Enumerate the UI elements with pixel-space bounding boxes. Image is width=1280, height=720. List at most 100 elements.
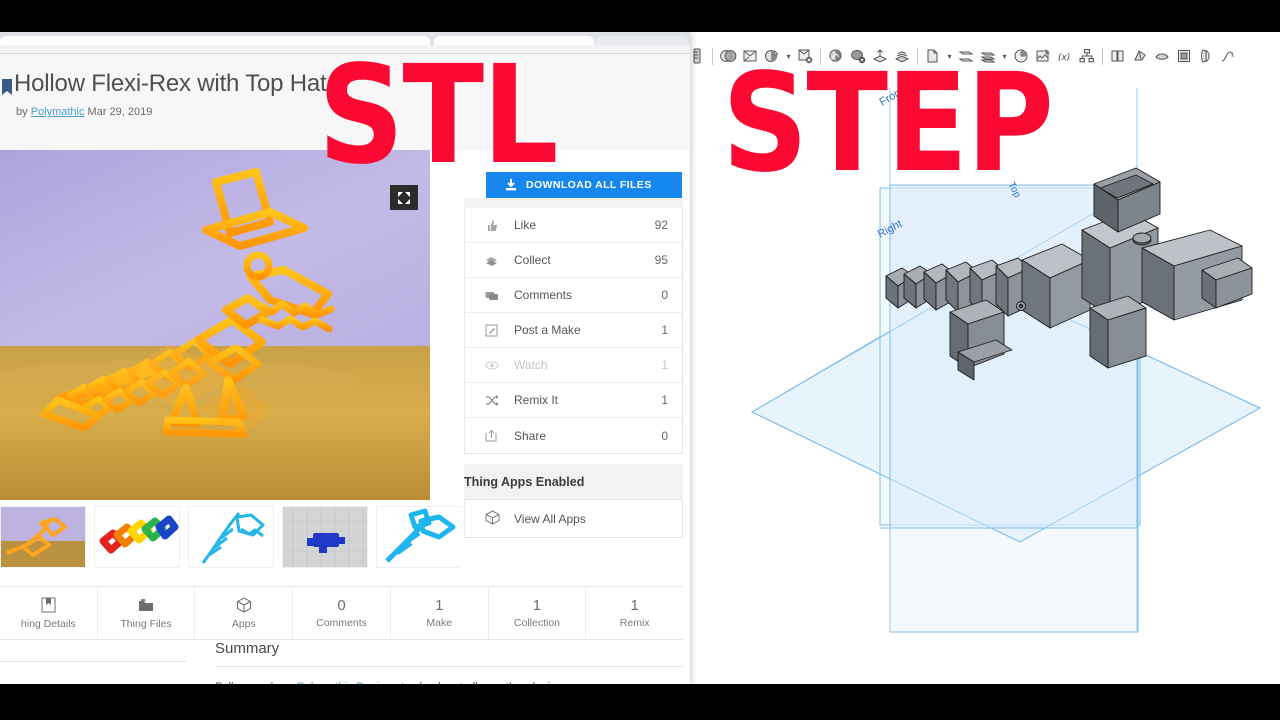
- render-icon[interactable]: [739, 44, 761, 68]
- svg-text:(x): (x): [1058, 53, 1070, 63]
- plane-label-front: Front: [878, 85, 906, 108]
- chevron-down-icon[interactable]: ▾: [999, 44, 1010, 68]
- thing-header: Hollow Flexi-Rex with Top Hat by Polymat…: [0, 54, 690, 150]
- mold-tools-icon[interactable]: [977, 44, 999, 68]
- action-count: 92: [654, 218, 668, 232]
- chevron-down-icon[interactable]: ▾: [944, 44, 955, 68]
- tab-count: 1: [532, 596, 542, 614]
- equation-icon[interactable]: (x): [1054, 44, 1076, 68]
- view-all-apps-row[interactable]: View All Apps: [464, 500, 683, 538]
- browser-tab[interactable]: [596, 36, 688, 45]
- expand-fullscreen-icon[interactable]: [390, 185, 418, 210]
- wrap-icon[interactable]: [1195, 44, 1217, 68]
- page-title: Hollow Flexi-Rex with Top Hat: [14, 70, 327, 97]
- action-row-post-a-make[interactable]: Post a Make 1: [465, 313, 682, 348]
- appearance-icon[interactable]: [761, 44, 783, 68]
- scene-cancel-icon[interactable]: [794, 44, 816, 68]
- browser-window: Hollow Flexi-Rex with Top Hat by Polymat…: [0, 32, 690, 684]
- action-label: Post a Make: [514, 323, 581, 337]
- rib-icon[interactable]: [1151, 44, 1173, 68]
- action-label: Watch: [514, 358, 548, 372]
- tab-collection[interactable]: 1 Collection: [489, 587, 587, 639]
- light-delete-icon[interactable]: [847, 44, 869, 68]
- download-all-files-button[interactable]: DOWNLOAD ALL FILES: [486, 172, 682, 198]
- section-view-icon[interactable]: [717, 44, 739, 68]
- download-all-files-label: DOWNLOAD ALL FILES: [526, 179, 652, 191]
- tab-count: 1: [630, 596, 639, 614]
- summary-heading: Summary: [215, 640, 683, 667]
- letterbox-bottom: [0, 684, 1280, 720]
- cube-icon: [485, 509, 503, 528]
- byline-prefix: by: [16, 106, 28, 118]
- action-row-like[interactable]: Like 92: [465, 208, 682, 243]
- camera-up-icon[interactable]: [869, 44, 891, 68]
- action-row-remix-it[interactable]: Remix It 1: [465, 383, 682, 418]
- tab-comments[interactable]: 0 Comments: [293, 587, 391, 639]
- hierarchy-icon[interactable]: [1076, 44, 1098, 68]
- action-count: 1: [661, 323, 668, 337]
- browser-address-bar[interactable]: [0, 45, 690, 54]
- action-count: 95: [654, 253, 668, 267]
- thumb-orange-rex[interactable]: [0, 506, 86, 568]
- download-icon: [504, 178, 518, 192]
- author-link[interactable]: Polymathic: [31, 106, 85, 118]
- browser-tab-strip[interactable]: [0, 32, 690, 45]
- summary-section: Summary Follow me here Polymathic Design…: [215, 640, 683, 684]
- contents-heading: ents: [0, 640, 186, 662]
- thumb-cyan-rex[interactable]: [376, 506, 460, 568]
- contents-sidebar: ents ary Settings: [0, 640, 186, 684]
- tab-make[interactable]: 1 Make: [391, 587, 489, 639]
- sheet-metal-icon[interactable]: [922, 44, 944, 68]
- letterbox-top: [0, 0, 1280, 32]
- tab-remix[interactable]: 1 Remix: [586, 587, 683, 639]
- chevron-down-icon[interactable]: ▾: [783, 44, 794, 68]
- save-image-icon[interactable]: [1032, 44, 1054, 68]
- thing-actions-list: Like 92 Collect 95 Comments 0 Post a Mak…: [464, 208, 683, 454]
- tab-label: Make: [426, 616, 453, 629]
- browser-tab[interactable]: [0, 36, 430, 45]
- rail-gap: [464, 198, 683, 208]
- thumb-blue-plate[interactable]: [282, 506, 368, 568]
- tab-label: Remix: [619, 616, 650, 629]
- tab-thing-details[interactable]: hing Details: [0, 587, 98, 639]
- shell-icon[interactable]: [1173, 44, 1195, 68]
- action-row-share[interactable]: Share 0: [465, 418, 682, 453]
- collection-icon: [485, 254, 503, 267]
- thumbnail-strip[interactable]: [0, 500, 460, 574]
- thumbs-up-icon: [485, 219, 503, 232]
- draft-icon[interactable]: [1129, 44, 1151, 68]
- toolbar-separator: [917, 47, 918, 65]
- book-open-icon[interactable]: [1107, 44, 1129, 68]
- cad-3d-viewport[interactable]: Front Top Right: [690, 80, 1280, 684]
- thing-apps-heading: Thing Apps Enabled: [464, 464, 683, 500]
- contents-item-summary[interactable]: ary: [0, 669, 186, 681]
- action-label: Comments: [514, 288, 573, 302]
- cad-toolbar[interactable]: ▾ ▾ ▾ (x): [686, 42, 1280, 70]
- walk-through-icon[interactable]: [891, 44, 913, 68]
- action-count: 1: [661, 393, 668, 407]
- tab-thing-files[interactable]: Thing Files: [98, 587, 196, 639]
- thumb-rainbow-rex[interactable]: [94, 506, 180, 568]
- action-row-collect[interactable]: Collect 95: [465, 243, 682, 278]
- decal-icon[interactable]: [825, 44, 847, 68]
- hollow-flexi-rex-photo[interactable]: [0, 150, 430, 500]
- action-row-comments[interactable]: Comments 0: [465, 278, 682, 313]
- tab-label: Apps: [231, 617, 256, 630]
- action-label: Share: [514, 428, 547, 443]
- action-row-watch[interactable]: Watch 1: [465, 348, 682, 383]
- thumb-cyan-wire[interactable]: [188, 506, 274, 568]
- weldment-icon[interactable]: [955, 44, 977, 68]
- cube-icon: [236, 597, 252, 614]
- clock-icon[interactable]: [1010, 44, 1032, 68]
- toolbar-separator: [820, 47, 821, 65]
- curve-icon[interactable]: [1217, 44, 1239, 68]
- folder-icon: [138, 597, 154, 614]
- thing-tabbar[interactable]: hing Details Thing Files Apps 0 Comments…: [0, 586, 683, 640]
- browser-tab[interactable]: [434, 36, 594, 45]
- comment-icon: [485, 289, 503, 302]
- share-icon: [485, 429, 503, 442]
- eye-icon: [485, 359, 503, 372]
- screen-root: ▾ ▾ ▾ (x) Front Top Right Hollow Flexi-R…: [0, 0, 1280, 720]
- tab-apps[interactable]: Apps: [195, 587, 294, 639]
- tab-count: 0: [337, 596, 346, 614]
